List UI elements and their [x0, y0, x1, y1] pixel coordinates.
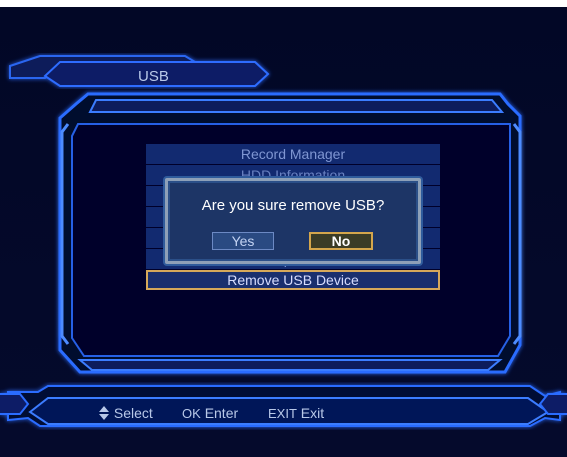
- page-title: USB: [138, 68, 169, 85]
- hint-select-label: Select: [113, 405, 153, 421]
- confirm-dialog: Are you sure remove USB? Yes No: [165, 178, 421, 264]
- footer-hints: Select OK Enter EXIT Exit: [0, 402, 567, 424]
- up-down-arrow-icon: [99, 406, 109, 420]
- ok-key-label: OK: [182, 406, 201, 421]
- menu-item-remove-usb-device[interactable]: Remove USB Device: [146, 270, 440, 290]
- hint-ok: OK Enter: [182, 402, 238, 425]
- osd-screen: USB Record Manager HDD Information USB S…: [0, 0, 567, 457]
- yes-button[interactable]: Yes: [212, 232, 274, 250]
- hint-select: Select: [98, 402, 153, 424]
- dialog-message: Are you sure remove USB?: [201, 197, 385, 214]
- exit-key-label: EXIT: [268, 406, 297, 421]
- hint-exit: EXIT Exit: [268, 402, 324, 425]
- menu-item-record-manager[interactable]: Record Manager: [146, 144, 440, 164]
- hint-ok-label: Enter: [204, 405, 239, 421]
- no-button[interactable]: No: [309, 232, 373, 250]
- hint-exit-label: Exit: [300, 405, 325, 421]
